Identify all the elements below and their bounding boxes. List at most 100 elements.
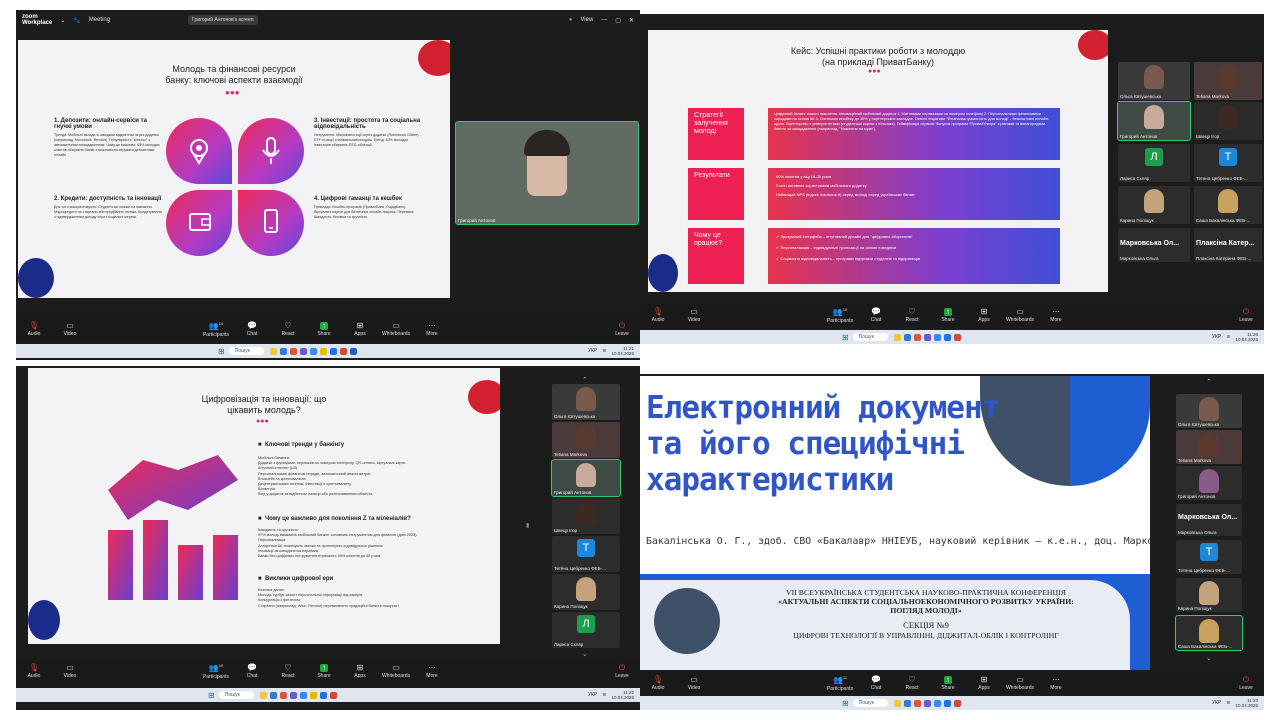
lang-indicator[interactable]: УКР <box>588 348 597 354</box>
gallery-scroll-handle[interactable]: ▮ <box>526 522 529 529</box>
app-icon[interactable] <box>259 691 267 699</box>
scroll-up-icon[interactable]: ⌃ <box>1206 378 1212 386</box>
apps-button[interactable]: ⊞ Apps <box>342 663 378 679</box>
apps-button[interactable]: ⊞ Apps <box>966 675 1002 691</box>
shield-icon[interactable]: ● <box>569 17 573 23</box>
audio-button[interactable]: 🎙 Audio <box>640 675 676 691</box>
view-button[interactable]: View <box>580 17 593 23</box>
close-icon[interactable]: ✕ <box>629 17 634 24</box>
app-icon[interactable] <box>943 699 951 707</box>
whiteboards-button[interactable]: ▭ Whiteboards <box>1002 307 1038 323</box>
participant-tile[interactable]: Карина Поліщук <box>1118 186 1190 224</box>
app-icon[interactable] <box>269 347 277 355</box>
participant-tile[interactable]: Ольга Євтушевська <box>1176 394 1242 428</box>
react-button[interactable]: ♡ React <box>270 321 306 337</box>
more-button[interactable]: ⋯ More <box>1038 675 1074 691</box>
clock[interactable]: 11:22 10.04.2025 <box>611 690 634 700</box>
chevron-down-icon[interactable]: ⌄ <box>60 17 65 24</box>
share-button[interactable]: ↑ Share <box>930 307 966 323</box>
wifi-icon[interactable]: ≋ <box>1226 700 1230 706</box>
participant-tile[interactable]: Григорий Антонов <box>551 459 621 497</box>
more-button[interactable]: ⋯ More <box>414 321 450 337</box>
scroll-down-icon[interactable]: ⌄ <box>1206 654 1212 662</box>
whiteboards-button[interactable]: ▭ Whiteboards <box>378 663 414 679</box>
participant-tile[interactable]: Ольга Євтушевська <box>1118 62 1190 100</box>
chat-button[interactable]: 💬 Chat <box>858 675 894 691</box>
app-icon[interactable] <box>329 347 337 355</box>
video-button[interactable]: ▭ Video <box>52 321 88 337</box>
windows-start-icon[interactable]: ⊞ <box>842 333 849 342</box>
app-icon[interactable] <box>309 347 317 355</box>
leave-button[interactable]: ⏻ Leave <box>1228 675 1264 691</box>
participant-tile[interactable]: Марковська Ол... Марковська Ольга <box>1176 504 1242 536</box>
windows-start-icon[interactable]: ⊞ <box>208 691 215 700</box>
participant-tile[interactable]: Саша Бакалінська ФЕБ-... <box>1175 615 1243 651</box>
clock[interactable]: 11:26 10.04.2025 <box>1235 332 1258 342</box>
participant-tile[interactable]: Tetiana Markova <box>552 422 620 458</box>
participant-tile[interactable]: Ольга Євтушевська <box>552 384 620 420</box>
participant-tile[interactable]: Tetiana Markova <box>1176 430 1242 464</box>
wifi-icon[interactable]: ≋ <box>602 348 606 354</box>
whiteboards-button[interactable]: ▭ Whiteboards <box>378 321 414 337</box>
participant-tile[interactable]: Т Тетяна Цебренко ФЕБ-... <box>1176 540 1242 574</box>
taskbar-search[interactable]: Пошук <box>852 333 888 341</box>
app-icon[interactable] <box>893 333 901 341</box>
react-button[interactable]: ♡ React <box>270 663 306 679</box>
participants-button[interactable]: 👥10 Participants <box>198 320 234 338</box>
app-icon[interactable] <box>923 333 931 341</box>
apps-button[interactable]: ⊞ Apps <box>966 307 1002 323</box>
app-icon[interactable] <box>289 347 297 355</box>
shared-screen-label[interactable]: Григорий Антонов's screen <box>188 15 258 25</box>
video-button[interactable]: ▭ Video <box>676 675 712 691</box>
leave-button[interactable]: ⏻ Leave <box>604 321 640 337</box>
maximize-icon[interactable]: ▢ <box>615 17 621 24</box>
scroll-down-icon[interactable]: ⌄ <box>582 650 588 658</box>
lang-indicator[interactable]: УКР <box>588 692 597 698</box>
wifi-icon[interactable]: ≋ <box>1226 334 1230 340</box>
app-icon[interactable] <box>329 691 337 699</box>
app-icon[interactable] <box>903 699 911 707</box>
windows-start-icon[interactable]: ⊞ <box>218 347 225 356</box>
app-icon[interactable] <box>903 333 911 341</box>
audio-button[interactable]: 🎙 Audio <box>16 663 52 679</box>
taskbar-search[interactable]: Пошук <box>218 691 254 699</box>
app-icon[interactable] <box>309 691 317 699</box>
app-icon[interactable] <box>893 699 901 707</box>
clock[interactable]: 11:21 10.04.2025 <box>611 346 634 356</box>
share-button[interactable]: ↑ Share <box>306 321 342 337</box>
participants-button[interactable]: 👥10 Participants <box>822 306 858 324</box>
more-button[interactable]: ⋯ More <box>414 663 450 679</box>
app-icon[interactable] <box>279 691 287 699</box>
app-icon[interactable] <box>953 699 961 707</box>
app-icon[interactable] <box>279 347 287 355</box>
participant-tile[interactable]: Карина Поліщук <box>1176 578 1242 612</box>
app-icon[interactable] <box>933 699 941 707</box>
app-icon[interactable] <box>269 691 277 699</box>
participant-tile[interactable]: Л Лариса Скляр <box>552 612 620 648</box>
minimize-icon[interactable]: — <box>601 17 607 23</box>
chat-button[interactable]: 💬 Chat <box>858 307 894 323</box>
share-button[interactable]: ↑ Share <box>930 675 966 691</box>
participant-tile[interactable]: Tetiana Markova <box>1194 62 1262 100</box>
app-icon[interactable] <box>339 347 347 355</box>
participants-button[interactable]: 👥10 Participants <box>198 662 234 680</box>
audio-button[interactable]: 🎙 Audio <box>640 307 676 323</box>
taskbar-search[interactable]: Пошук <box>228 347 264 355</box>
participant-tile[interactable]: Саша Бакалінська ФЕБ-... <box>1194 186 1262 224</box>
react-button[interactable]: ♡ React <box>894 307 930 323</box>
app-icon[interactable] <box>319 691 327 699</box>
windows-start-icon[interactable]: ⊞ <box>842 699 849 708</box>
participant-tile[interactable]: Л Лариса Скляр <box>1118 144 1190 182</box>
more-button[interactable]: ⋯ More <box>1038 307 1074 323</box>
app-icon[interactable] <box>299 691 307 699</box>
participant-tile[interactable]: Григорий Антонов <box>1117 101 1191 141</box>
participant-tile[interactable]: Марковська Ол... Марковська Ольга <box>1118 228 1190 262</box>
lang-indicator[interactable]: УКР <box>1212 334 1221 340</box>
taskbar-search[interactable]: Пошук <box>852 699 888 707</box>
participant-tile[interactable]: Плаксіна Катер... Плаксіна Катерина ФЕБ-.… <box>1194 228 1262 262</box>
app-icon[interactable] <box>299 347 307 355</box>
app-icon[interactable] <box>943 333 951 341</box>
app-icon[interactable] <box>923 699 931 707</box>
participant-tile[interactable]: Т Тетяна Цебренко ФЕБ-... <box>552 536 620 572</box>
clock[interactable]: 11:33 10.04.2025 <box>1235 698 1258 708</box>
